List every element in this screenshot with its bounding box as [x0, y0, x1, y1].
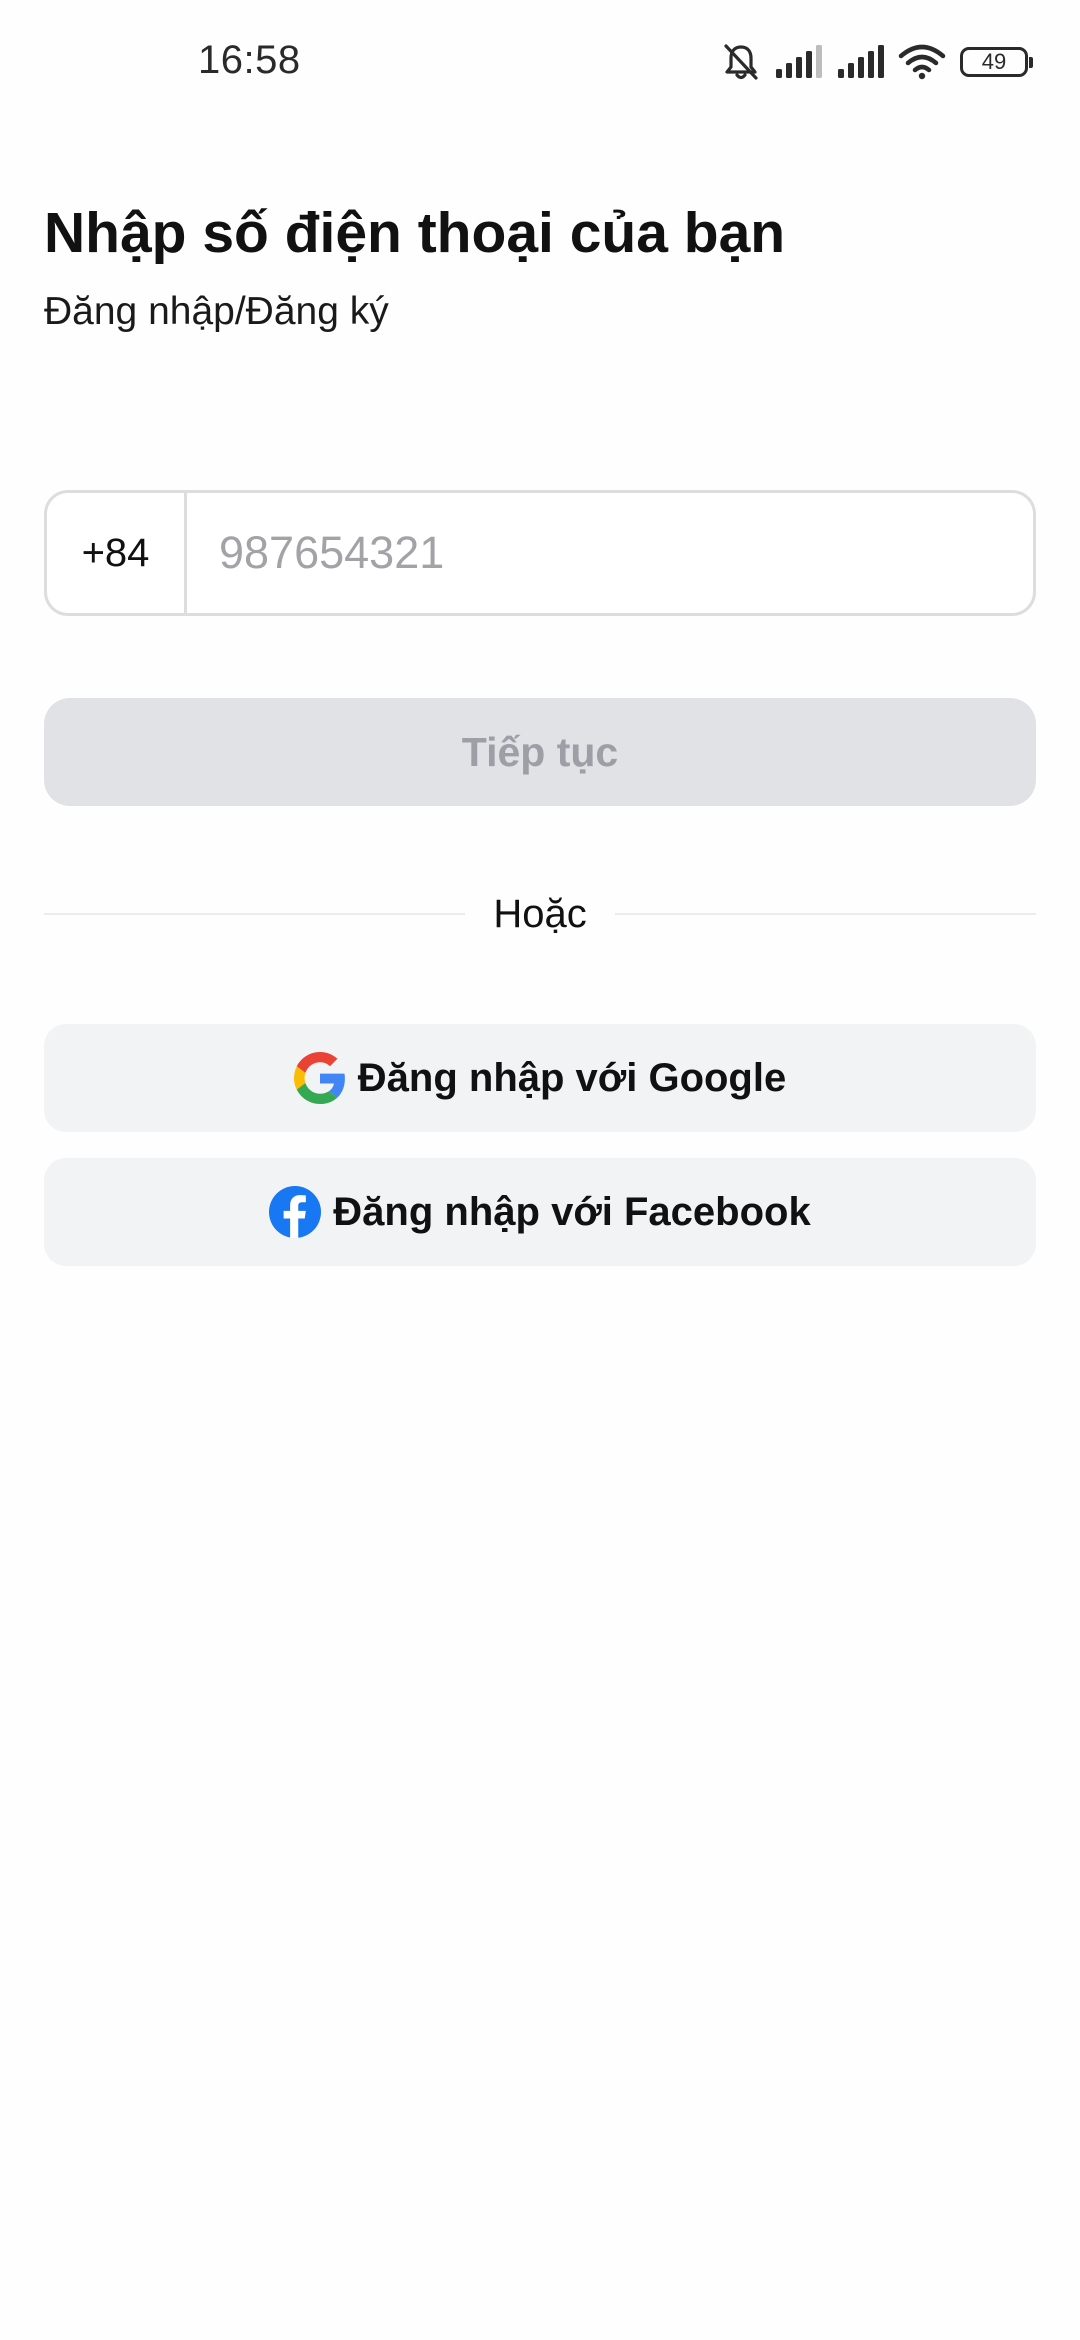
- divider-label: Hoặc: [493, 891, 587, 936]
- phone-input-group: +84: [44, 490, 1036, 616]
- facebook-icon: [269, 1186, 322, 1238]
- facebook-login-button[interactable]: Đăng nhập với Facebook: [44, 1158, 1036, 1266]
- status-time: 16:58: [198, 38, 301, 82]
- cellular-signal-icon: [836, 45, 884, 79]
- status-bar: 16:58 49: [0, 0, 1080, 124]
- google-login-button[interactable]: Đăng nhập với Google: [44, 1024, 1036, 1132]
- divider-line: [44, 913, 466, 915]
- wifi-icon: [898, 44, 946, 80]
- divider-line: [614, 913, 1037, 915]
- battery-level: 49: [981, 49, 1007, 74]
- page-title: Nhập số điện thoại của bạn: [44, 201, 786, 265]
- facebook-login-label: Đăng nhập với Facebook: [333, 1189, 811, 1234]
- status-icons: 49: [722, 40, 1033, 84]
- phone-number-input[interactable]: [187, 493, 1033, 613]
- country-code-selector[interactable]: +84: [47, 493, 187, 613]
- page-subtitle: Đăng nhập/Đăng ký: [44, 290, 389, 333]
- login-screen: 16:58 49 Nhập số điện thoại của bạn Đăng…: [0, 0, 1080, 2340]
- cellular-signal-icon: [774, 45, 822, 79]
- or-divider: Hoặc: [44, 884, 1037, 944]
- google-login-label: Đăng nhập với Google: [357, 1055, 787, 1100]
- bell-muted-icon: [722, 42, 760, 82]
- continue-button[interactable]: Tiếp tục: [44, 698, 1036, 806]
- battery-icon: 49: [960, 47, 1033, 77]
- google-icon: [293, 1052, 346, 1104]
